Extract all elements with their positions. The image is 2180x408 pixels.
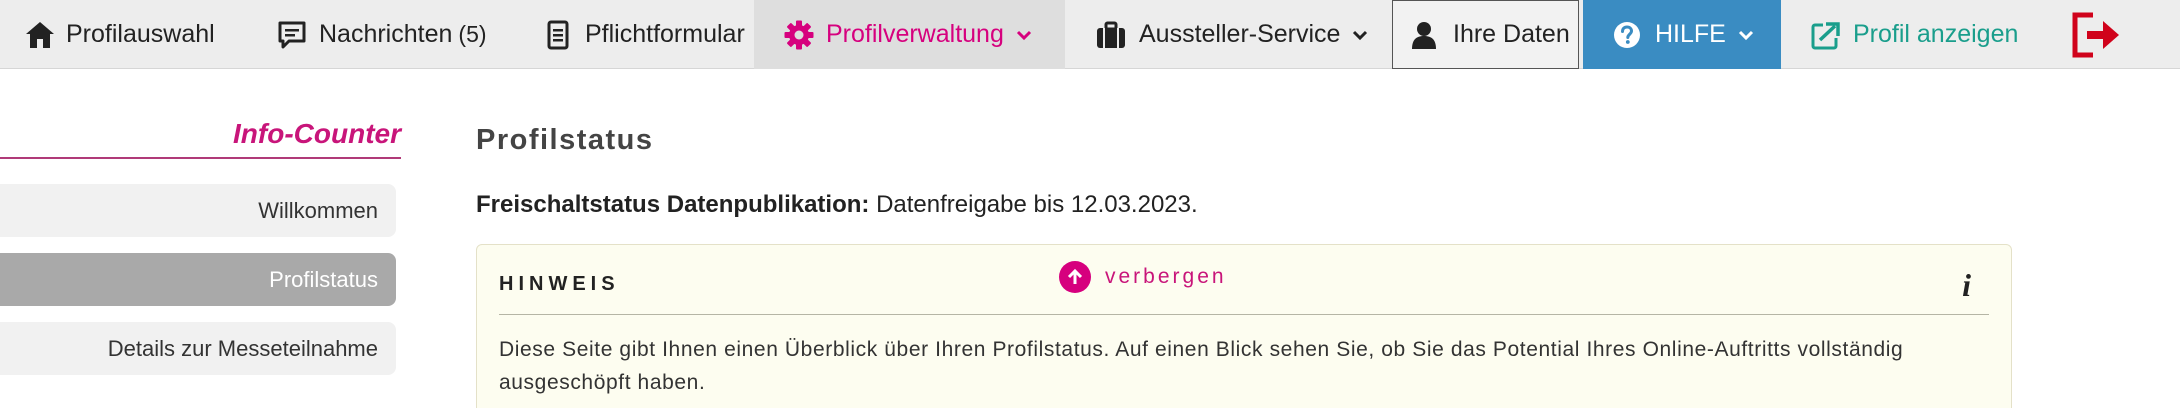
status-value: Datenfreigabe bis 12.03.2023.	[876, 191, 1198, 218]
nav-profilauswahl[interactable]: Profilauswahl	[0, 0, 251, 69]
page-title: Profilstatus	[476, 124, 654, 156]
briefcase-icon	[1095, 20, 1127, 50]
nav-hilfe[interactable]: HILFE	[1583, 0, 1781, 69]
nav-profil-anzeigen[interactable]: Profil anzeigen	[1781, 0, 2071, 69]
sidebar-item-details[interactable]: Details zur Messeteilnahme	[0, 322, 396, 375]
hint-box: HINWEIS verbergen i Diese Seite gibt Ihn…	[476, 244, 2012, 408]
message-count-badge: (5)	[458, 21, 487, 47]
message-icon	[277, 20, 307, 50]
hint-text: Diese Seite gibt Ihnen einen Überblick ü…	[499, 338, 1904, 394]
user-icon	[1411, 20, 1437, 50]
external-link-icon	[1811, 20, 1841, 50]
home-icon	[24, 20, 56, 50]
nav-aussteller-service-label: Aussteller-Service	[1139, 20, 1341, 48]
arrow-up-circle-icon	[1059, 261, 1091, 293]
gear-icon	[784, 20, 814, 50]
logout-icon	[2071, 11, 2121, 59]
sidebar-item-label: Willkommen	[258, 197, 378, 223]
publication-status: Freischaltstatus Datenpublikation: Daten…	[476, 191, 1198, 219]
sidebar-item-label: Details zur Messeteilnahme	[107, 335, 378, 361]
hint-toggle-label: verbergen	[1105, 265, 1227, 288]
nav-profilauswahl-label: Profilauswahl	[66, 20, 215, 48]
info-icon[interactable]: i	[1962, 267, 1971, 304]
nav-nachrichten-label: Nachrichten	[319, 20, 453, 48]
nav-ihre-daten-label: Ihre Daten	[1453, 20, 1570, 48]
nav-pflichtformular-label: Pflichtformular	[585, 20, 745, 48]
top-navigation: Profilauswahl Nachrichten (5) Pflichtfor…	[0, 0, 2180, 69]
nav-aussteller-service[interactable]: Aussteller-Service	[1065, 0, 1392, 69]
hint-header: HINWEIS verbergen i	[499, 245, 1989, 315]
sidebar-item-label: Profilstatus	[269, 266, 378, 292]
chevron-down-icon	[1352, 29, 1368, 41]
nav-profil-anzeigen-label: Profil anzeigen	[1853, 20, 2019, 48]
chevron-down-icon	[1738, 29, 1754, 41]
document-icon	[547, 20, 569, 50]
nav-profilverwaltung-label: Profilverwaltung	[826, 20, 1004, 48]
logout-button[interactable]	[2071, 0, 2131, 69]
hint-hide-toggle[interactable]: verbergen	[1059, 261, 1227, 293]
nav-ihre-daten[interactable]: Ihre Daten	[1392, 0, 1579, 69]
hint-label: HINWEIS	[499, 273, 620, 295]
nav-profilverwaltung[interactable]: Profilverwaltung	[754, 0, 1065, 69]
status-label: Freischaltstatus Datenpublikation:	[476, 191, 870, 218]
nav-nachrichten[interactable]: Nachrichten (5)	[251, 0, 515, 69]
sidebar-title: Info-Counter	[233, 118, 401, 149]
sidebar-item-willkommen[interactable]: Willkommen	[0, 184, 396, 237]
nav-hilfe-label: HILFE	[1655, 20, 1726, 48]
sidebar-divider	[0, 157, 401, 159]
question-circle-icon	[1613, 21, 1641, 49]
nav-pflichtformular[interactable]: Pflichtformular	[515, 0, 754, 69]
sidebar-item-profilstatus[interactable]: Profilstatus	[0, 253, 396, 306]
chevron-down-icon	[1016, 29, 1032, 41]
